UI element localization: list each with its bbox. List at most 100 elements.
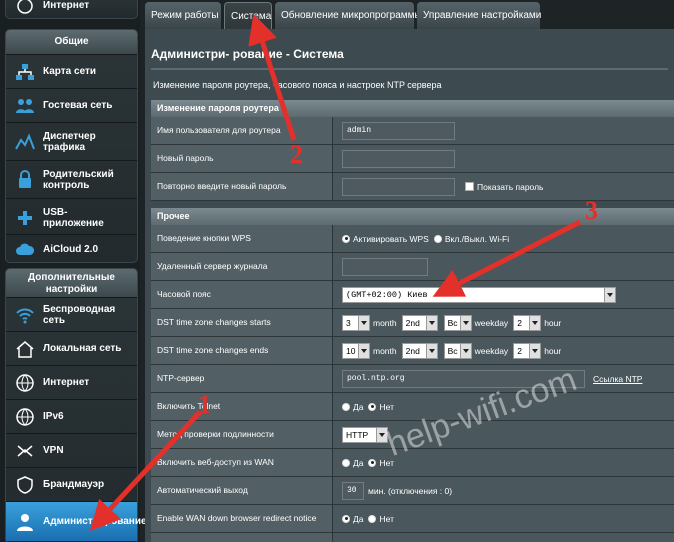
wireless-icon — [14, 304, 36, 326]
wan-redirect-radio-no[interactable] — [368, 514, 377, 523]
wan-web-radio-no[interactable] — [368, 458, 377, 467]
dst-start-label: DST time zone changes starts — [151, 309, 333, 336]
sidebar-item-internet[interactable]: Интернет — [6, 365, 137, 399]
dst-start-day-value: Вс — [447, 317, 458, 328]
sidebar-general-group: Общие Карта сети Гостевая сеть Диспетчер… — [5, 29, 138, 263]
wps-radio-wifi[interactable] — [433, 234, 442, 243]
chevron-down-icon — [425, 315, 437, 330]
sidebar-item-ipv6[interactable]: IPv6 — [6, 399, 137, 433]
username-input[interactable]: admin — [342, 121, 455, 140]
sidebar-advanced-group: Дополнительные настройки Беспроводная се… — [5, 268, 147, 542]
sidebar-item-network-map[interactable]: Карта сети — [6, 54, 137, 88]
timezone-select[interactable]: (GMT+02:00) Киев — [342, 286, 616, 303]
auto-logout-input[interactable]: 30 — [342, 481, 364, 500]
remote-log-input[interactable] — [342, 257, 428, 276]
chevron-down-icon — [604, 287, 615, 302]
wps-label: Поведение кнопки WPS — [151, 225, 333, 252]
sidebar-item-label: Диспетчер трафика — [43, 130, 96, 153]
tab-operation-mode[interactable]: Режим работы — [145, 2, 221, 29]
sidebar-item-label: VPN — [43, 445, 64, 456]
new-password-input[interactable] — [342, 149, 455, 168]
dst-start-hour-value: 2 — [517, 317, 522, 328]
sidebar-item-label: Интернет — [43, 377, 90, 388]
sidebar-item-label: AiCloud 2.0 — [43, 244, 99, 255]
sidebar-item-label: Карта сети — [43, 66, 97, 77]
wan-redirect-radio-yes[interactable] — [342, 514, 350, 523]
dst-end-label: DST time zone changes ends — [151, 337, 333, 364]
dst-end-week-select[interactable]: 2nd — [401, 342, 438, 359]
show-password-checkbox[interactable] — [465, 182, 474, 191]
month-label: month — [373, 345, 397, 356]
sidebar-item-guest-network[interactable]: Гостевая сеть — [6, 88, 137, 122]
chevron-down-icon — [358, 315, 369, 330]
dst-end-week-value: 2nd — [405, 345, 420, 356]
parental-control-icon — [14, 169, 36, 191]
telnet-radio-yes[interactable] — [342, 402, 350, 411]
dst-end-hour-select[interactable]: 2 — [513, 342, 542, 359]
sidebar-item-vpn[interactable]: VPN — [6, 433, 137, 467]
annotation-number-3: 3 — [585, 196, 598, 225]
telnet-radio-no[interactable] — [368, 402, 377, 411]
weekday-label: weekday — [474, 317, 509, 328]
dst-start-day-select[interactable]: Вс — [443, 314, 472, 331]
dst-end-day-value: Вс — [447, 345, 458, 356]
dst-start-month-value: 3 — [346, 317, 351, 328]
telnet-no-label: Нет — [379, 401, 394, 412]
sidebar-item-label: Локальная сеть — [43, 343, 122, 354]
dst-start-month-select[interactable]: 3 — [342, 314, 370, 331]
tab-system[interactable]: Система — [224, 2, 272, 29]
auth-select-value: HTTP — [346, 429, 369, 440]
sidebar-item-label: Брандмауэр — [43, 479, 105, 490]
annotation-number-1: 1 — [198, 390, 211, 419]
wan-web-no-label: Нет — [379, 457, 394, 468]
timezone-label: Часовой пояс — [151, 281, 333, 308]
remote-log-label: Удаленный сервер журнала — [151, 253, 333, 280]
auto-logout-unit: мин. (отключения : 0) — [368, 485, 453, 496]
dst-end-month-select[interactable]: 10 — [342, 342, 370, 359]
dst-start-hour-select[interactable]: 2 — [513, 314, 542, 331]
sidebar-item-parental-control[interactable]: Родительский контроль — [6, 160, 137, 198]
aicloud-icon — [14, 239, 36, 261]
tab-firmware-upgrade[interactable]: Обновление микропрограммы — [275, 2, 422, 29]
sidebar-top-group: Интернет — [5, 0, 138, 19]
wps-radio-activate[interactable] — [342, 234, 350, 243]
traffic-manager-icon — [14, 131, 36, 153]
sidebar-item-label: Гостевая сеть — [43, 100, 113, 111]
weekday-label: weekday — [474, 345, 509, 356]
sidebar-item-usb-application[interactable]: USB-приложение — [6, 198, 137, 236]
ntp-label: NTP-сервер — [151, 365, 333, 392]
dst-end-day-select[interactable]: Вс — [443, 342, 472, 359]
show-password-label: Показать пароль — [477, 181, 544, 192]
ntp-row: NTP-сервер pool.ntp.org Ссылка NTP — [151, 365, 674, 393]
ntp-link[interactable]: Ссылка NTP — [593, 374, 642, 384]
network-map-icon — [14, 61, 36, 83]
sidebar-item-aicloud[interactable]: AiCloud 2.0 — [6, 234, 137, 264]
chevron-down-icon — [358, 343, 369, 358]
auto-logout-label: Автоматический выход — [151, 477, 333, 504]
chevron-down-icon — [425, 343, 437, 358]
sidebar-item-label: Беспроводная сеть — [43, 303, 116, 326]
sidebar-item-administration[interactable]: Администрирование — [6, 501, 147, 541]
vpn-icon — [14, 440, 36, 462]
wan-web-radio-yes[interactable] — [342, 458, 350, 467]
telnet-yes-label: Да — [353, 401, 364, 412]
wps-row: Поведение кнопки WPS Активировать WPS Вк… — [151, 225, 674, 253]
globe-icon — [14, 0, 36, 17]
dst-start-row: DST time zone changes starts 3 month 2nd… — [151, 309, 674, 337]
dst-end-row: DST time zone changes ends 10 month 2nd … — [151, 337, 674, 365]
sidebar-item-traffic-manager[interactable]: Диспетчер трафика — [6, 122, 137, 160]
sidebar-item-lan[interactable]: Локальная сеть — [6, 331, 137, 365]
new-password-row: Новый пароль — [151, 145, 674, 173]
auth-select[interactable]: HTTP — [342, 426, 388, 443]
sidebar-item-wireless[interactable]: Беспроводная сеть — [6, 297, 137, 331]
dst-start-week-select[interactable]: 2nd — [401, 314, 438, 331]
sidebar-item-internet-top[interactable]: Интернет — [6, 0, 137, 18]
administration-person-icon — [14, 511, 36, 533]
repeat-password-input[interactable] — [342, 177, 455, 196]
tab-settings-management[interactable]: Управление настройками — [417, 2, 541, 29]
sidebar-item-firewall[interactable]: Брандмауэр — [6, 467, 137, 501]
wan-redirect-no-label: Нет — [379, 513, 394, 524]
repeat-password-label: Повторно введите новый пароль — [151, 173, 333, 200]
wan-web-yes-label: Да — [353, 457, 364, 468]
dst-end-hour-value: 2 — [517, 345, 522, 356]
